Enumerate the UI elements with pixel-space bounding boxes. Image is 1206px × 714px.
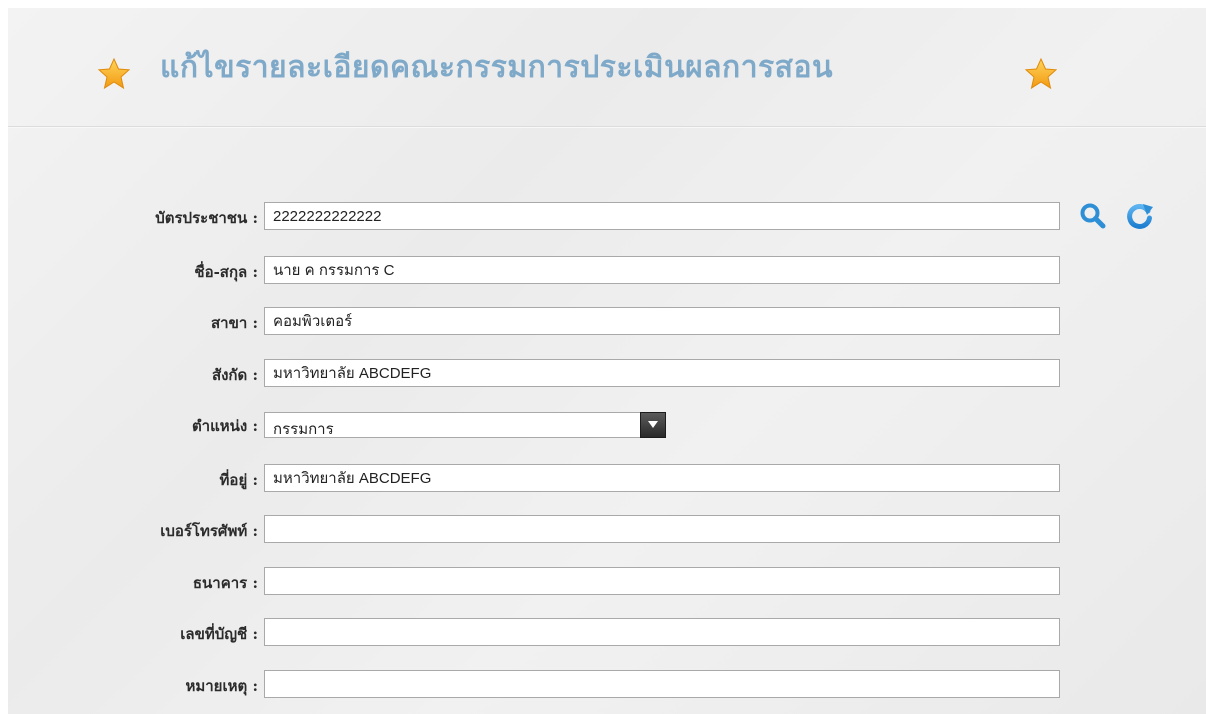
position-select[interactable]: กรรมการ — [264, 412, 666, 438]
major-label: สาขา : — [210, 314, 258, 332]
full-name-row: ชื่อ-สกุล : — [8, 256, 1206, 290]
search-icon[interactable] — [1079, 202, 1107, 230]
note-label: หมายเหตุ : — [185, 677, 258, 695]
id-card-label: บัตรประชาชน : — [155, 209, 258, 227]
phone-row: เบอร์โทรศัพท์ : — [8, 515, 1206, 549]
note-row: หมายเหตุ : — [8, 670, 1206, 704]
page-title: แก้ไขรายละเอียดคณะกรรมการประเมินผลการสอน — [160, 50, 833, 85]
bank-row: ธนาคาร : — [8, 567, 1206, 601]
star-icon — [97, 57, 131, 90]
bank-label: ธนาคาร : — [192, 574, 258, 592]
phone-input[interactable] — [264, 515, 1060, 543]
account-number-input[interactable] — [264, 618, 1060, 646]
account-number-row: เลขที่บัญชี : — [8, 618, 1206, 652]
address-input[interactable] — [264, 464, 1060, 492]
full-name-input[interactable] — [264, 256, 1060, 284]
phone-label: เบอร์โทรศัพท์ : — [160, 522, 258, 540]
address-row: ที่อยู่ : — [8, 464, 1206, 498]
id-card-input[interactable] — [264, 202, 1060, 230]
position-row: ตำแหน่ง : กรรมการ — [8, 410, 1206, 444]
address-label: ที่อยู่ : — [219, 471, 258, 489]
id-card-row: บัตรประชาชน : — [8, 202, 1206, 236]
affiliation-label: สังกัด : — [211, 366, 258, 384]
note-input[interactable] — [264, 670, 1060, 698]
bank-input[interactable] — [264, 567, 1060, 595]
position-selected-value: กรรมการ — [273, 421, 334, 438]
affiliation-row: สังกัด : — [8, 359, 1206, 393]
major-row: สาขา : — [8, 307, 1206, 341]
star-icon — [1024, 57, 1058, 90]
edit-committee-panel: แก้ไขรายละเอียดคณะกรรมการประเมินผลการสอน… — [8, 8, 1206, 714]
page-header: แก้ไขรายละเอียดคณะกรรมการประเมินผลการสอน — [8, 8, 1206, 127]
full-name-label: ชื่อ-สกุล : — [194, 263, 258, 281]
triangle-down-icon — [648, 421, 658, 428]
position-label: ตำแหน่ง : — [191, 417, 258, 435]
affiliation-input[interactable] — [264, 359, 1060, 387]
dropdown-arrow-button[interactable] — [640, 412, 666, 438]
refresh-icon[interactable] — [1126, 202, 1154, 230]
major-input[interactable] — [264, 307, 1060, 335]
account-number-label: เลขที่บัญชี : — [180, 625, 258, 643]
